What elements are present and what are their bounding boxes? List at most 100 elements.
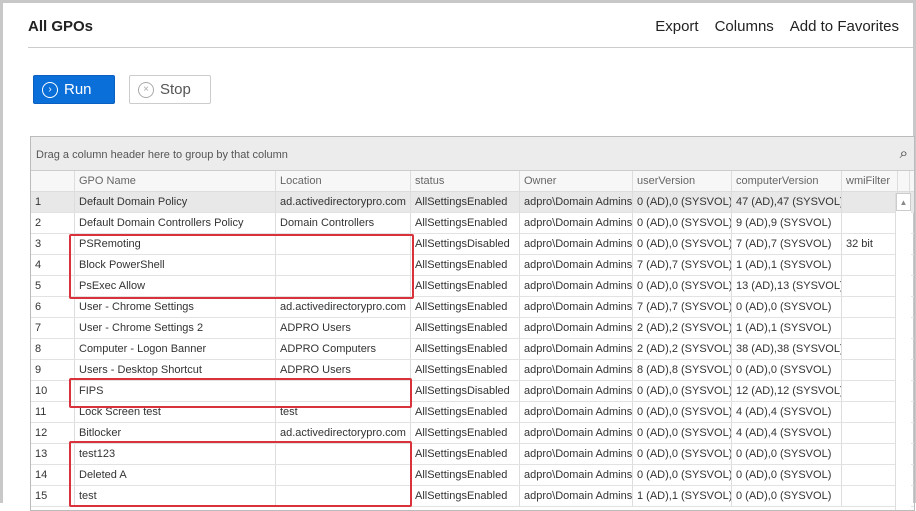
column-header-gpo-name[interactable]: GPO Name <box>75 171 276 191</box>
cell-status: AllSettingsEnabled <box>411 402 520 422</box>
table-row[interactable]: 1 Default Domain Policy ad.activedirectory… <box>31 192 914 213</box>
cell-status: AllSettingsDisabled <box>411 381 520 401</box>
table-row[interactable]: 7 User - Chrome Settings 2 ADPRO Users AllS… <box>31 318 914 339</box>
run-button[interactable]: › Run <box>33 75 115 104</box>
cell-owner: adpro\Domain Admins <box>520 465 633 485</box>
cell-user-version: 0 (AD),0 (SYSVOL) <box>633 465 732 485</box>
cell-owner: adpro\Domain Admins <box>520 255 633 275</box>
cell-row-number: 8 <box>31 339 75 359</box>
cell-computer-version: 1 (AD),1 (SYSVOL) <box>732 255 842 275</box>
cell-wmi-filter <box>842 276 898 296</box>
cell-gpo-name: Users - Desktop Shortcut <box>75 360 276 380</box>
table-row[interactable]: 6 User - Chrome Settings ad.activedirector… <box>31 297 914 318</box>
cell-gpo-name: User - Chrome Settings 2 <box>75 318 276 338</box>
table-row[interactable]: 8 Computer - Logon Banner ADPRO Computers A… <box>31 339 914 360</box>
column-header-wmi-filter[interactable]: wmiFilter <box>842 171 898 191</box>
cell-wmi-filter <box>842 402 898 422</box>
cell-computer-version: 0 (AD),0 (SYSVOL) <box>732 360 842 380</box>
scroll-up-icon[interactable]: ▲ <box>896 193 911 211</box>
cell-user-version: 8 (AD),8 (SYSVOL) <box>633 360 732 380</box>
cell-wmi-filter <box>842 465 898 485</box>
cell-owner: adpro\Domain Admins <box>520 234 633 254</box>
column-header-row-number[interactable] <box>31 171 75 191</box>
cell-gpo-name: Default Domain Policy <box>75 192 276 212</box>
cell-row-number: 9 <box>31 360 75 380</box>
cell-row-number: 7 <box>31 318 75 338</box>
cell-wmi-filter <box>842 297 898 317</box>
cell-computer-version: 0 (AD),0 (SYSVOL) <box>732 444 842 464</box>
cell-wmi-filter <box>842 486 898 506</box>
cell-status: AllSettingsEnabled <box>411 276 520 296</box>
cell-gpo-name: User - Chrome Settings <box>75 297 276 317</box>
stop-icon: × <box>138 81 154 98</box>
cell-owner: adpro\Domain Admins <box>520 360 633 380</box>
cell-owner: adpro\Domain Admins <box>520 297 633 317</box>
cell-wmi-filter <box>842 318 898 338</box>
cell-wmi-filter <box>842 423 898 443</box>
column-header-status[interactable]: status <box>411 171 520 191</box>
run-label: Run <box>64 81 92 98</box>
cell-user-version: 0 (AD),0 (SYSVOL) <box>633 381 732 401</box>
table-row[interactable]: 2 Default Domain Controllers Policy Domain… <box>31 213 914 234</box>
cell-location: ad.activedirectorypro.com <box>276 423 411 443</box>
cell-computer-version: 7 (AD),7 (SYSVOL) <box>732 234 842 254</box>
cell-owner: adpro\Domain Admins <box>520 486 633 506</box>
cell-gpo-name: Computer - Logon Banner <box>75 339 276 359</box>
cell-status: AllSettingsEnabled <box>411 213 520 233</box>
cell-user-version: 1 (AD),1 (SYSVOL) <box>633 486 732 506</box>
cell-user-version: 2 (AD),2 (SYSVOL) <box>633 318 732 338</box>
export-link[interactable]: Export <box>655 18 698 35</box>
cell-owner: adpro\Domain Admins <box>520 192 633 212</box>
column-header-computer-version[interactable]: computerVersion <box>732 171 842 191</box>
cell-owner: adpro\Domain Admins <box>520 276 633 296</box>
highlight-box <box>69 378 412 408</box>
cell-computer-version: 0 (AD),0 (SYSVOL) <box>732 297 842 317</box>
cell-location: ad.activedirectorypro.com <box>276 297 411 317</box>
cell-user-version: 0 (AD),0 (SYSVOL) <box>633 444 732 464</box>
cell-status: AllSettingsDisabled <box>411 234 520 254</box>
column-header-extra[interactable] <box>898 171 910 191</box>
cell-location: ADPRO Users <box>276 360 411 380</box>
cell-owner: adpro\Domain Admins <box>520 444 633 464</box>
cell-wmi-filter <box>842 360 898 380</box>
cell-wmi-filter <box>842 381 898 401</box>
cell-gpo-name: Bitlocker <box>75 423 276 443</box>
cell-wmi-filter <box>842 339 898 359</box>
column-header-location[interactable]: Location <box>276 171 411 191</box>
cell-wmi-filter <box>842 255 898 275</box>
cell-owner: adpro\Domain Admins <box>520 402 633 422</box>
cell-location: Domain Controllers <box>276 213 411 233</box>
header-links: Export Columns Add to Favorites <box>655 18 899 35</box>
columns-link[interactable]: Columns <box>715 18 774 35</box>
cell-user-version: 2 (AD),2 (SYSVOL) <box>633 339 732 359</box>
group-panel[interactable]: Drag a column header here to group by th… <box>31 137 914 171</box>
run-icon: › <box>42 81 58 98</box>
cell-status: AllSettingsEnabled <box>411 486 520 506</box>
column-header-user-version[interactable]: userVersion <box>633 171 732 191</box>
column-header-owner[interactable]: Owner <box>520 171 633 191</box>
cell-owner: adpro\Domain Admins <box>520 381 633 401</box>
stop-label: Stop <box>160 81 191 98</box>
search-icon[interactable]: ⌕ <box>900 145 908 162</box>
column-header-row: GPO Name Location status Owner userVersion co… <box>31 171 914 192</box>
group-hint: Drag a column header here to group by th… <box>36 149 288 161</box>
cell-row-number: 6 <box>31 297 75 317</box>
vertical-scrollbar[interactable]: ▲ <box>895 193 911 510</box>
cell-computer-version: 0 (AD),0 (SYSVOL) <box>732 486 842 506</box>
cell-status: AllSettingsEnabled <box>411 423 520 443</box>
cell-user-version: 0 (AD),0 (SYSVOL) <box>633 276 732 296</box>
cell-status: AllSettingsEnabled <box>411 360 520 380</box>
cell-computer-version: 9 (AD),9 (SYSVOL) <box>732 213 842 233</box>
cell-user-version: 7 (AD),7 (SYSVOL) <box>633 255 732 275</box>
cell-user-version: 0 (AD),0 (SYSVOL) <box>633 402 732 422</box>
highlight-box <box>69 441 412 507</box>
cell-status: AllSettingsEnabled <box>411 444 520 464</box>
cell-user-version: 0 (AD),0 (SYSVOL) <box>633 213 732 233</box>
add-to-favorites-link[interactable]: Add to Favorites <box>790 18 899 35</box>
cell-user-version: 0 (AD),0 (SYSVOL) <box>633 234 732 254</box>
cell-computer-version: 1 (AD),1 (SYSVOL) <box>732 318 842 338</box>
cell-user-version: 0 (AD),0 (SYSVOL) <box>633 192 732 212</box>
cell-computer-version: 4 (AD),4 (SYSVOL) <box>732 402 842 422</box>
cell-owner: adpro\Domain Admins <box>520 423 633 443</box>
stop-button[interactable]: × Stop <box>129 75 211 104</box>
